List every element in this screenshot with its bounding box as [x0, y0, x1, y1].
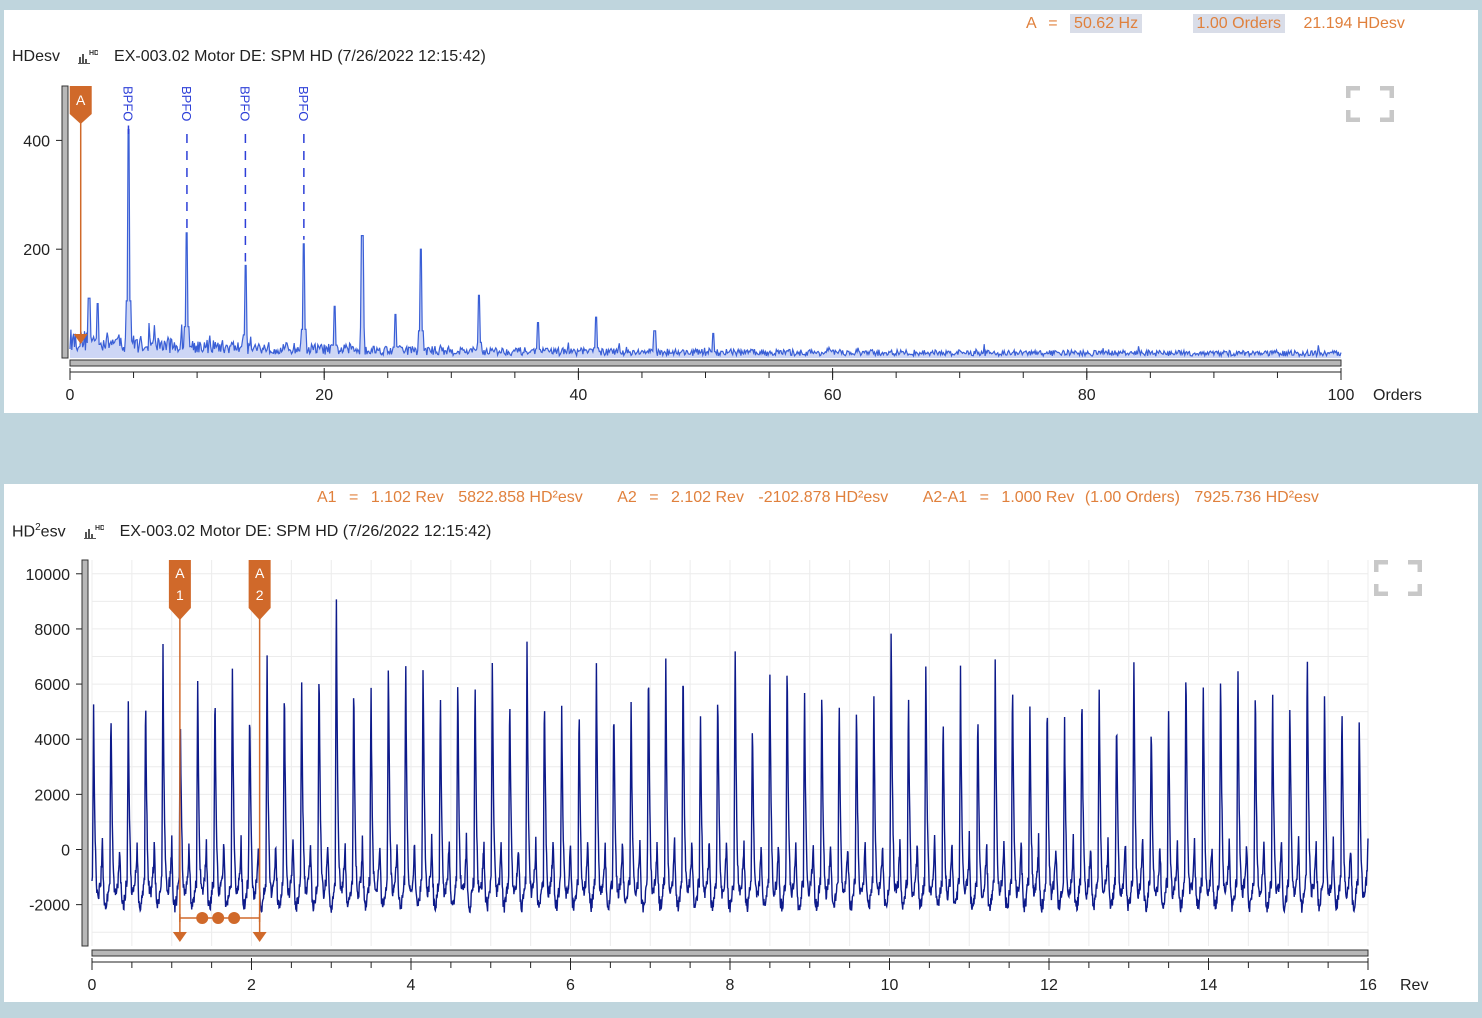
- y-tick-label: 4000: [34, 732, 70, 749]
- x-tick-label: 10: [881, 977, 899, 994]
- spectrum-panel: A = 50.62 Hz 1.00 Orders 21.194 HDesv HD…: [4, 10, 1478, 413]
- cursor-a2-label-letter: A: [255, 565, 265, 581]
- cursor-a1-label-letter: A: [175, 565, 185, 581]
- x-axis-bar: [91, 949, 1369, 957]
- y-tick-label: 8000: [34, 622, 70, 639]
- x-tick-label: 60: [824, 387, 842, 404]
- spectrum-area: [70, 129, 1341, 358]
- y-tick-label: 200: [23, 242, 50, 259]
- y-axis-bar: [81, 559, 89, 947]
- x-tick-label: 2: [247, 977, 256, 994]
- x-axis-bar: [69, 359, 1342, 367]
- fullscreen-icon[interactable]: [1374, 560, 1422, 596]
- y-tick-label: 10000: [26, 567, 71, 584]
- harmonic-dot: [228, 912, 241, 924]
- x-tick-label: 4: [407, 977, 416, 994]
- cursor-a1-arrow: [172, 932, 187, 942]
- y-tick-label: 6000: [34, 677, 70, 694]
- x-tick-label: 40: [570, 387, 588, 404]
- x-tick-label: 0: [66, 387, 75, 404]
- y-tick-label: 0: [61, 843, 70, 860]
- bpfo-marker-label: BPFO: [237, 86, 252, 121]
- x-tick-label: 8: [726, 977, 735, 994]
- x-tick-label: 80: [1078, 387, 1096, 404]
- spectrum-chart[interactable]: 0 20 40 60 80 100 Orders 200 400 BPFO BPFO BPFO BPFO…: [4, 10, 1478, 413]
- x-tick-label: 6: [566, 977, 575, 994]
- y-axis-bar: [61, 85, 69, 359]
- x-tick-label: 14: [1200, 977, 1218, 994]
- x-tick-label: 16: [1359, 977, 1377, 994]
- cursor-a-label: A: [76, 92, 86, 108]
- fullscreen-icon[interactable]: [1346, 86, 1394, 122]
- y-tick-label: -2000: [29, 898, 70, 915]
- spectrum-line: [69, 128, 1342, 359]
- x-tick-label: 20: [315, 387, 333, 404]
- x-tick-label: 100: [1328, 387, 1355, 404]
- cursor-a2-arrow: [252, 932, 267, 942]
- cursor-a2-label-number: 2: [256, 587, 264, 603]
- bpfo-marker-label: BPFO: [296, 86, 311, 121]
- waveform-chart[interactable]: 0 2 4 6 8 10 12 14 16 Rev-20000200040006000800010…: [4, 484, 1478, 1002]
- harmonic-dot: [196, 912, 209, 924]
- harmonic-dot: [212, 912, 225, 924]
- waveform-panel: A1 = 1.102 Rev 5822.858 HD²esv A2 = 2.10…: [4, 484, 1478, 1002]
- cursor-a1-label-number: 1: [176, 587, 184, 603]
- y-tick-label: 2000: [34, 787, 70, 804]
- x-tick-label: 0: [88, 977, 97, 994]
- bpfo-marker-label: BPFO: [120, 86, 135, 121]
- x-axis-unit: Orders: [1373, 387, 1422, 404]
- x-tick-label: 12: [1040, 977, 1058, 994]
- y-tick-label: 400: [23, 133, 50, 150]
- x-axis-unit: Rev: [1400, 977, 1428, 994]
- bpfo-marker-label: BPFO: [179, 86, 194, 121]
